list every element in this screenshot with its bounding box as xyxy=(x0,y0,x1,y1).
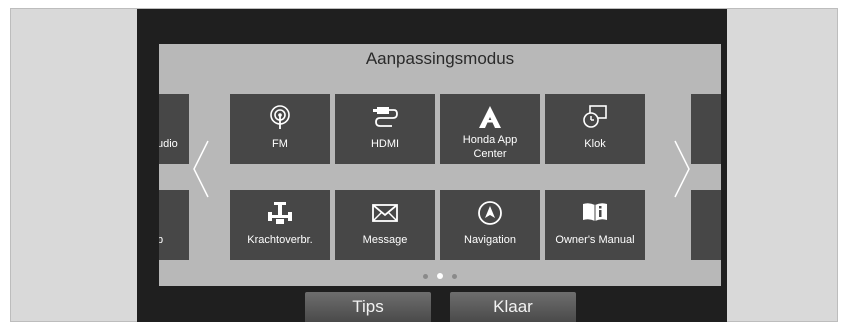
tile-label: Owner's Manual xyxy=(555,234,635,246)
tips-button[interactable]: Tips xyxy=(305,292,431,322)
partial-tile-left-row1[interactable]: udio xyxy=(159,94,189,164)
page-title: Aanpassingsmodus xyxy=(365,49,515,68)
envelope-icon xyxy=(370,200,400,226)
tile-label: Krachtoverbr. xyxy=(247,234,313,246)
tile-label: FM xyxy=(272,138,288,150)
partial-tile-label: udio xyxy=(159,138,178,150)
tile-krachtoverbr[interactable]: Krachtoverbr. xyxy=(230,190,330,260)
page-dot xyxy=(423,274,428,279)
navigation-icon xyxy=(476,200,504,226)
honda-app-center-icon xyxy=(477,104,503,130)
page-dot-active xyxy=(437,273,443,279)
chevron-left-icon[interactable] xyxy=(191,139,211,199)
done-button[interactable]: Klaar xyxy=(450,292,576,322)
infotainment-screen: Aanpassingsmodus udio b FM HDMI Honda Ap… xyxy=(137,9,727,322)
tile-message[interactable]: Message xyxy=(335,190,435,260)
manual-book-icon xyxy=(580,200,610,226)
tile-honda-app-center[interactable]: Honda App Center xyxy=(440,94,540,164)
partial-tile-right-row1[interactable] xyxy=(691,94,721,164)
tile-label: HDMI xyxy=(370,138,400,150)
page-dot xyxy=(452,274,457,279)
chevron-right-icon[interactable] xyxy=(672,139,692,199)
clock-icon xyxy=(581,104,609,130)
partial-tile-right-row2[interactable] xyxy=(691,190,721,260)
customization-panel: Aanpassingsmodus udio b FM HDMI Honda Ap… xyxy=(159,44,721,286)
tile-label-line2: Center xyxy=(473,148,507,160)
tile-navigation[interactable]: Navigation xyxy=(440,190,540,260)
tile-fm[interactable]: FM xyxy=(230,94,330,164)
power-transfer-icon xyxy=(266,200,294,226)
partial-tile-label: b xyxy=(159,234,164,246)
tile-label: Klok xyxy=(584,138,606,150)
fm-radio-icon xyxy=(267,104,293,130)
hdmi-icon xyxy=(370,104,400,130)
tile-klok[interactable]: Klok xyxy=(545,94,645,164)
tile-label: Message xyxy=(362,234,408,246)
page-indicator xyxy=(420,272,460,282)
tile-owners-manual[interactable]: Owner's Manual xyxy=(545,190,645,260)
tile-label: Navigation xyxy=(464,234,516,246)
tile-label-line1: Honda App xyxy=(462,134,518,146)
tile-hdmi[interactable]: HDMI xyxy=(335,94,435,164)
partial-tile-left-row2[interactable]: b xyxy=(159,190,189,260)
